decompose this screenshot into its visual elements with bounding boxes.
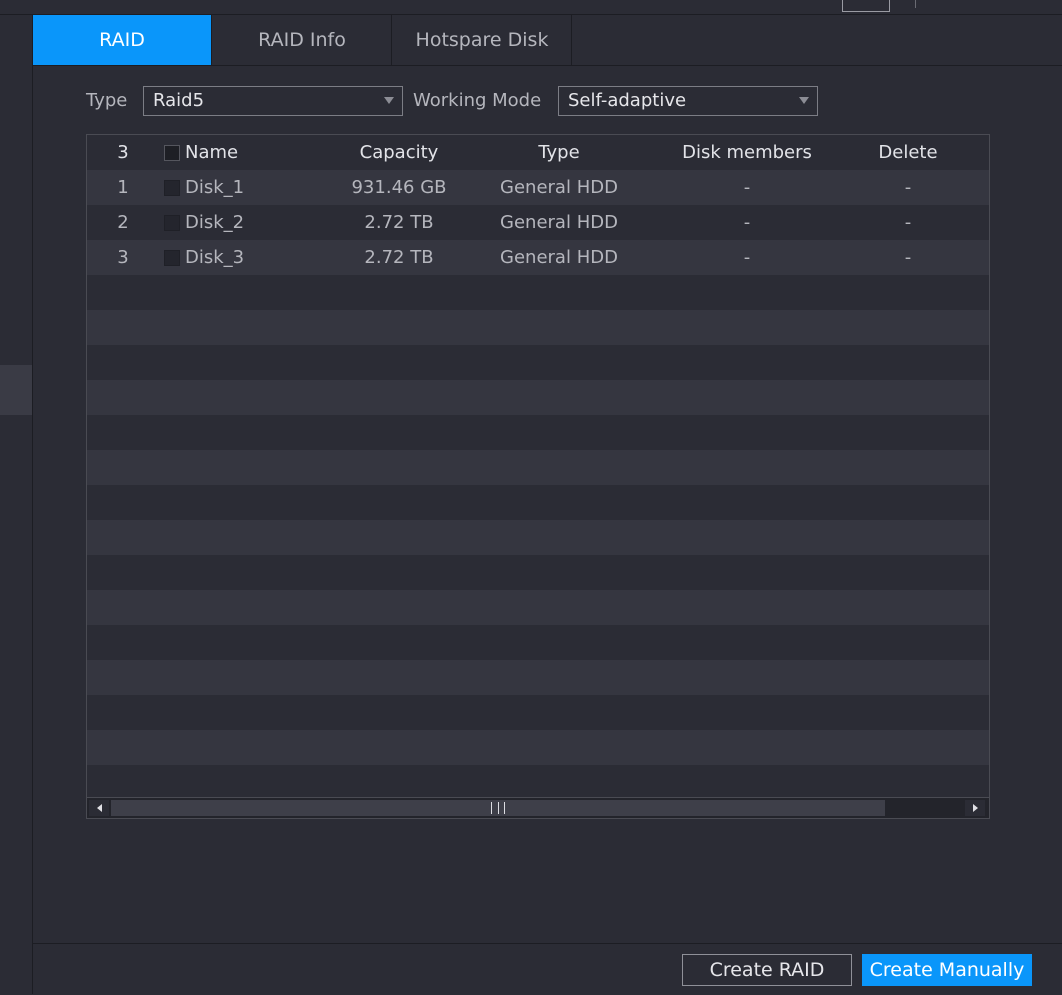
type-label: Type xyxy=(86,90,128,111)
tab-raid-info[interactable]: RAID Info xyxy=(213,15,392,65)
disk-type: General HDD xyxy=(500,177,618,198)
disk-delete: - xyxy=(904,177,912,198)
header-count: 3 xyxy=(117,142,129,163)
empty-table-row xyxy=(87,765,989,800)
row-index: 3 xyxy=(117,247,129,268)
empty-table-row xyxy=(87,275,989,310)
row-index: 2 xyxy=(117,212,129,233)
create-raid-button[interactable]: Create RAID xyxy=(682,954,852,986)
type-select[interactable]: Raid5 xyxy=(143,86,403,116)
empty-table-row xyxy=(87,660,989,695)
empty-table-row xyxy=(87,485,989,520)
row-index: 1 xyxy=(117,177,129,198)
tab-bar: RAID RAID Info Hotspare Disk xyxy=(33,15,1062,66)
grip-icon xyxy=(491,802,505,814)
header-delete: Delete xyxy=(878,142,938,163)
raid-panel: RAID RAID Info Hotspare Disk Type Raid5 … xyxy=(33,15,1062,994)
footer-bar: Create RAID Create Manually xyxy=(33,943,1062,995)
dropdown-arrow-icon xyxy=(384,97,394,104)
working-mode-label: Working Mode xyxy=(413,90,542,111)
header-disk-members: Disk members xyxy=(682,142,812,163)
working-mode-select-value: Self-adaptive xyxy=(568,90,687,111)
empty-table-row xyxy=(87,310,989,345)
left-nav-strip xyxy=(0,15,33,994)
top-bar-divider xyxy=(915,0,916,8)
header-type: Type xyxy=(538,142,580,163)
empty-table-row xyxy=(87,450,989,485)
disk-delete: - xyxy=(904,247,912,268)
arrow-left-icon xyxy=(96,804,102,812)
disk-members: - xyxy=(743,212,751,233)
table-row[interactable]: 3 Disk_3 2.72 TB General HDD - - xyxy=(87,240,989,275)
disk-table: 3 Name Capacity Type Disk members Delete… xyxy=(86,134,990,819)
empty-table-row xyxy=(87,555,989,590)
empty-table-row xyxy=(87,695,989,730)
tab-raid[interactable]: RAID xyxy=(33,15,212,65)
row-checkbox[interactable] xyxy=(164,215,180,231)
disk-type: General HDD xyxy=(500,212,618,233)
empty-table-row xyxy=(87,520,989,555)
top-bar-button[interactable] xyxy=(842,0,890,12)
tab-hotspare-disk[interactable]: Hotspare Disk xyxy=(393,15,572,65)
disk-members: - xyxy=(743,247,751,268)
row-checkbox[interactable] xyxy=(164,180,180,196)
table-row[interactable]: 1 Disk_1 931.46 GB General HDD - - xyxy=(87,170,989,205)
disk-delete: - xyxy=(904,212,912,233)
header-capacity: Capacity xyxy=(359,142,439,163)
disk-type: General HDD xyxy=(500,247,618,268)
disk-members: - xyxy=(743,177,751,198)
table-header: 3 Name Capacity Type Disk members Delete xyxy=(87,135,989,171)
dropdown-arrow-icon xyxy=(799,97,809,104)
empty-table-row xyxy=(87,590,989,625)
empty-table-row xyxy=(87,415,989,450)
empty-table-row xyxy=(87,345,989,380)
horizontal-scrollbar[interactable] xyxy=(87,797,989,818)
left-nav-selected-item[interactable] xyxy=(0,365,32,415)
scroll-left-button[interactable] xyxy=(89,800,109,816)
table-row[interactable]: 2 Disk_2 2.72 TB General HDD - - xyxy=(87,205,989,240)
top-bar xyxy=(0,0,1062,15)
disk-capacity: 2.72 TB xyxy=(364,247,434,268)
disk-capacity: 931.46 GB xyxy=(351,177,447,198)
filter-bar: Type Raid5 Working Mode Self-adaptive xyxy=(33,86,1062,118)
select-all-checkbox[interactable] xyxy=(164,145,180,161)
working-mode-select[interactable]: Self-adaptive xyxy=(558,86,818,116)
type-select-value: Raid5 xyxy=(153,90,205,111)
scroll-right-button[interactable] xyxy=(965,800,985,816)
empty-table-row xyxy=(87,730,989,765)
create-manually-button[interactable]: Create Manually xyxy=(862,954,1032,986)
arrow-right-icon xyxy=(972,804,978,812)
empty-table-row xyxy=(87,625,989,660)
empty-table-row xyxy=(87,380,989,415)
row-checkbox[interactable] xyxy=(164,250,180,266)
scrollbar-thumb[interactable] xyxy=(111,800,885,816)
disk-capacity: 2.72 TB xyxy=(364,212,434,233)
